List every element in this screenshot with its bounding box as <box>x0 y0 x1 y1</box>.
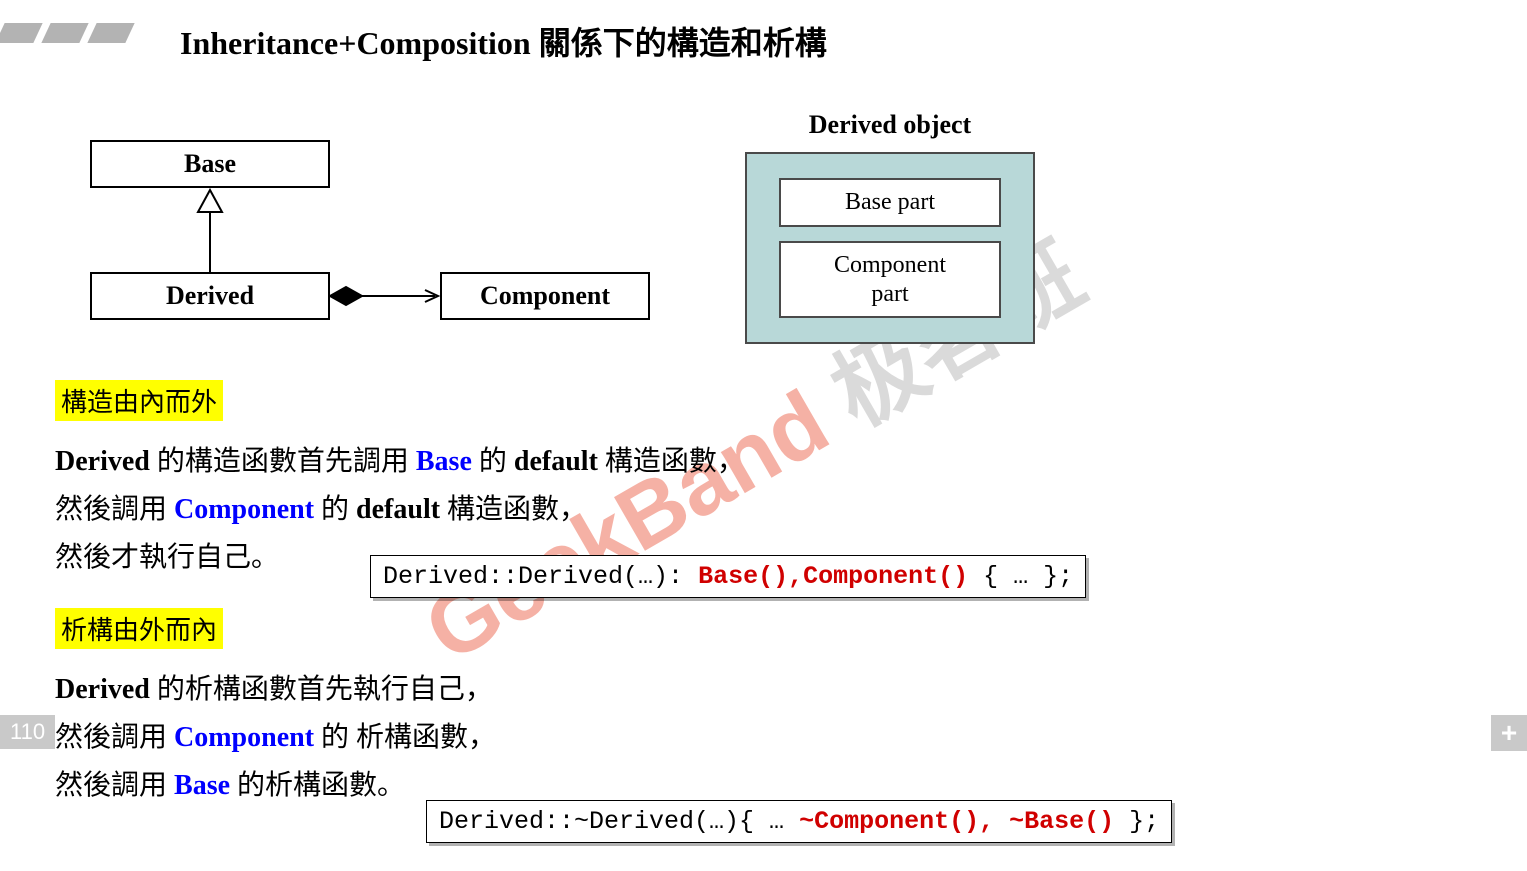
derived-object-title: Derived object <box>745 110 1035 140</box>
section1-line2: 然後調用 Component 的 default 構造函數， <box>55 487 1475 533</box>
derived-object-outer: Base part Component part <box>745 152 1035 344</box>
text: 然後調用 <box>55 770 174 801</box>
content-area: 構造由內而外 Derived 的構造函數首先調用 Base 的 default … <box>55 380 1475 811</box>
code-red-text: ~Component(), ~Base() <box>799 807 1114 836</box>
text-base-blue: Base <box>416 446 472 477</box>
section2-line2: 然後調用 Component 的 析構函數， <box>55 715 1475 761</box>
stripe-icon <box>0 23 43 43</box>
uml-component-box: Component <box>440 272 650 320</box>
section1-heading: 構造由內而外 <box>55 380 223 421</box>
text: 的 析構函數， <box>314 722 496 753</box>
section1-line3: 然後才執行自己。 <box>55 535 1475 581</box>
text-derived: Derived <box>55 446 150 477</box>
text: 的析構函數首先執行自己， <box>150 674 493 705</box>
section2-heading: 析構由外而內 <box>55 608 223 649</box>
uml-diagram: Base Derived Component <box>90 140 650 330</box>
text-derived: Derived <box>55 674 150 705</box>
text-component-blue: Component <box>174 722 314 753</box>
stripe-icon <box>87 23 134 43</box>
text: 的構造函數首先調用 <box>150 446 416 477</box>
text: 然後調用 <box>55 494 174 525</box>
code-text: }; <box>1114 807 1159 836</box>
derived-object-diagram: Derived object Base part Component part <box>745 110 1035 344</box>
component-part-label-2: part <box>871 281 908 307</box>
text-default: default <box>356 494 440 525</box>
text: 構造函數， <box>598 446 745 477</box>
plus-badge[interactable]: + <box>1491 715 1527 751</box>
text-default: default <box>514 446 598 477</box>
stripe-icon <box>41 23 88 43</box>
uml-base-box: Base <box>90 140 330 188</box>
text: 的析構函數。 <box>230 770 405 801</box>
header-stripes <box>0 23 130 43</box>
component-part-box: Component part <box>779 241 1001 319</box>
text-base-blue: Base <box>174 770 230 801</box>
section2-line1: Derived 的析構函數首先執行自己， <box>55 667 1475 713</box>
text: 的 <box>314 494 356 525</box>
uml-derived-box: Derived <box>90 272 330 320</box>
section1-line1: Derived 的構造函數首先調用 Base 的 default 構造函數， <box>55 439 1475 485</box>
code-text: Derived::~Derived(…){ … <box>439 807 799 836</box>
page-number-badge: 110 <box>0 715 55 749</box>
text: 構造函數， <box>440 494 587 525</box>
section2-line3: 然後調用 Base 的析構函數。 <box>55 763 1475 809</box>
base-part-box: Base part <box>779 178 1001 227</box>
component-part-label-1: Component <box>834 252 946 278</box>
text: 的 <box>472 446 514 477</box>
page-title: Inheritance+Composition 關係下的構造和析構 <box>180 18 827 64</box>
text-component-blue: Component <box>174 494 314 525</box>
text: 然後調用 <box>55 722 174 753</box>
